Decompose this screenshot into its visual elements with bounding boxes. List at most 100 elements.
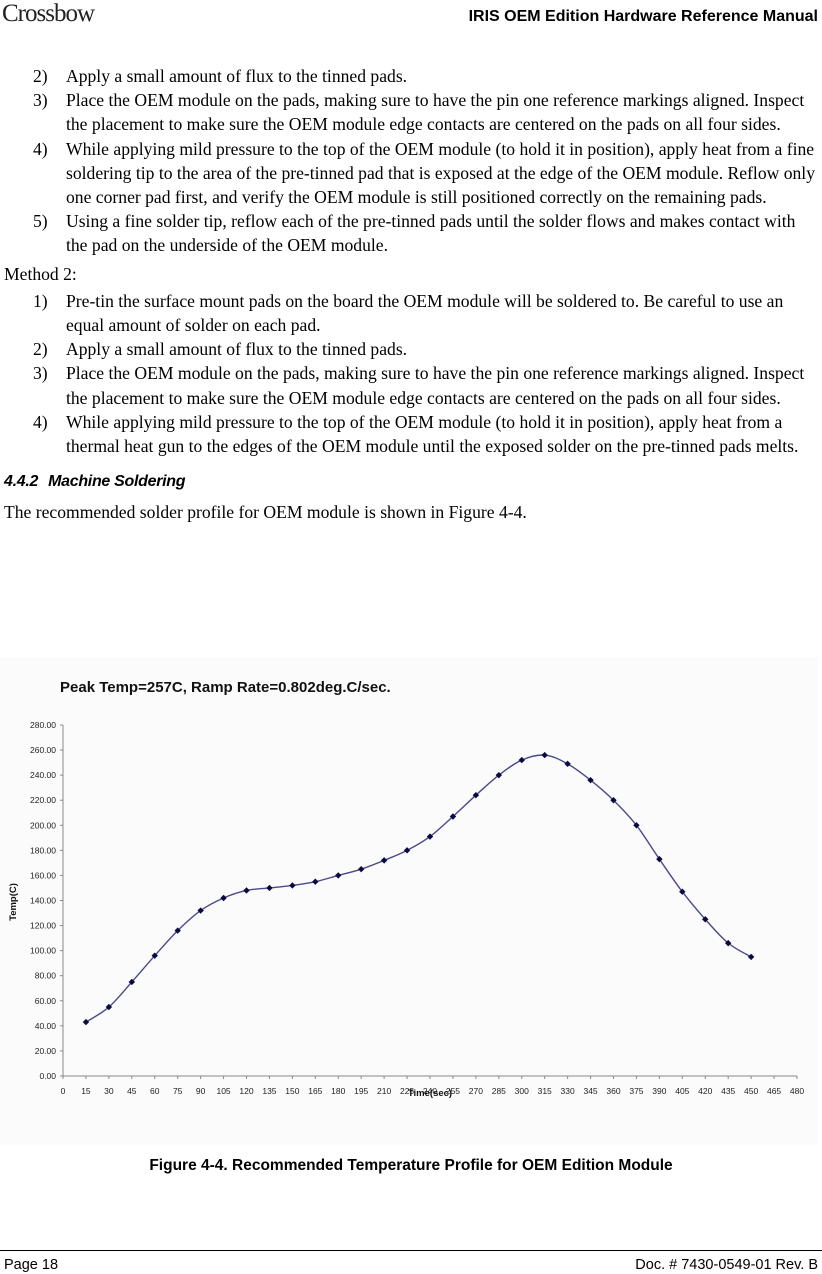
body-text: 2) Apply a small amount of flux to the ti… — [4, 64, 820, 525]
list-number: 5) — [33, 211, 48, 232]
x-tick-label: 270 — [469, 1086, 483, 1096]
y-axis-label: Temp(C) — [8, 883, 19, 921]
temperature-series-line — [85, 754, 752, 1023]
list-text: While applying mild pressure to the top … — [66, 411, 799, 457]
list-text: Apply a small amount of flux to the tinn… — [66, 66, 408, 86]
x-tick-label: 180 — [331, 1086, 345, 1096]
data-point — [518, 756, 525, 764]
y-tick-label: 200.00 — [30, 820, 56, 830]
x-tick-label: 45 — [127, 1086, 137, 1096]
list-number: 3) — [33, 363, 48, 384]
x-tick-label: 15 — [81, 1086, 91, 1096]
data-point — [220, 894, 227, 902]
doc-number: Doc. # 7430-0549-01 Rev. B — [635, 1257, 818, 1273]
y-tick-label: 140.00 — [30, 896, 56, 906]
data-point — [289, 882, 296, 889]
x-axis-label: Time(sec) — [408, 1088, 452, 1099]
x-tick-label: 480 — [790, 1086, 804, 1096]
list-number: 4) — [33, 138, 48, 159]
crossbow-logo: Crossbow — [2, 0, 95, 27]
x-tick-label: 75 — [173, 1086, 183, 1096]
list-text: While applying mild pressure to the top … — [66, 138, 815, 208]
data-point — [403, 847, 411, 854]
x-tick-label: 420 — [698, 1086, 712, 1096]
list-text: Pre-tin the surface mount pads on the bo… — [66, 290, 784, 336]
x-tick-label: 360 — [606, 1086, 620, 1096]
x-tick-label: 105 — [216, 1086, 230, 1096]
y-tick-label: 0.00 — [39, 1071, 56, 1081]
y-tick-label: 260.00 — [30, 745, 56, 755]
section-heading: 4.4.2 Machine Soldering — [4, 470, 820, 494]
chart-title: Peak Temp=257C, Ramp Rate=0.802deg.C/sec… — [60, 679, 391, 696]
list-item: 3) Place the OEM module on the pads, maki… — [4, 361, 820, 409]
y-tick-label: 220.00 — [30, 795, 56, 805]
data-point — [243, 887, 250, 894]
y-tick-label: 100.00 — [30, 946, 56, 956]
page-number: Page 18 — [4, 1257, 59, 1273]
list-item: 2) Apply a small amount of flux to the ti… — [4, 64, 820, 88]
method2-label: Method 2: — [4, 263, 77, 284]
list-item: 1) Pre-tin the surface mount pads on the… — [4, 289, 820, 337]
x-tick-label: 285 — [492, 1086, 506, 1096]
list-number: 2) — [33, 339, 48, 360]
list-item: 5) Using a fine solder tip, reflow each o… — [4, 209, 820, 257]
x-tick-label: 465 — [767, 1086, 781, 1096]
figure-caption: Figure 4-4. Recommended Temperature Prof… — [149, 1157, 673, 1174]
list-text: Apply a small amount of flux to the tinn… — [66, 339, 408, 360]
y-tick-label: 180.00 — [30, 845, 56, 855]
data-point — [266, 884, 273, 892]
temperature-profile-chart: Peak Temp=257C, Ramp Rate=0.802deg.C/sec… — [0, 657, 818, 1145]
intro-paragraph: The recommended solder profile for OEM m… — [4, 502, 527, 523]
method2-list: 1) Pre-tin the surface mount pads on the… — [4, 289, 820, 458]
x-tick-label: 135 — [262, 1086, 276, 1096]
x-tick-label: 300 — [515, 1086, 529, 1096]
data-point — [541, 751, 548, 759]
x-tick-label: 390 — [652, 1086, 666, 1096]
y-tick-label: 40.00 — [35, 1021, 57, 1031]
list-item: 2) Apply a small amount of flux to the ti… — [4, 337, 820, 361]
y-tick-label: 20.00 — [35, 1046, 57, 1056]
y-tick-label: 160.00 — [30, 870, 56, 880]
x-tick-label: 330 — [561, 1086, 575, 1096]
list-number: 2) — [33, 66, 48, 86]
list-text: Place the OEM module on the pads, making… — [66, 90, 805, 135]
data-point — [564, 760, 571, 768]
data-point — [380, 857, 388, 864]
x-tick-label: 150 — [285, 1086, 299, 1096]
list-text: Using a fine solder tip, reflow each of … — [66, 211, 796, 256]
x-tick-label: 315 — [538, 1086, 552, 1096]
x-tick-label: 165 — [308, 1086, 322, 1096]
data-point — [312, 878, 319, 885]
document-title: IRIS OEM Edition Hardware Reference Manu… — [468, 8, 818, 25]
x-tick-label: 210 — [377, 1086, 391, 1096]
x-tick-label: 435 — [721, 1086, 735, 1096]
list-item: 4) While applying mild pressure to the to… — [4, 137, 820, 210]
y-tick-label: 240.00 — [30, 770, 56, 780]
y-tick-label: 80.00 — [35, 971, 57, 981]
list-item: 4) While applying mild pressure to the to… — [4, 410, 820, 458]
x-tick-label: 0 — [61, 1086, 66, 1096]
x-tick-label: 345 — [583, 1086, 597, 1096]
x-tick-label: 60 — [150, 1086, 160, 1096]
list-number: 3) — [33, 90, 48, 111]
x-tick-label: 405 — [675, 1086, 689, 1096]
y-tick-label: 280.00 — [30, 720, 56, 730]
data-point — [82, 1018, 90, 1026]
footer-divider — [0, 1250, 822, 1251]
section-number: 4.4.2 — [4, 473, 39, 491]
data-point — [357, 865, 365, 873]
list-number: 1) — [33, 290, 48, 311]
y-tick-label: 120.00 — [30, 921, 56, 931]
data-point — [335, 872, 342, 879]
method1-list: 2) Apply a small amount of flux to the ti… — [4, 64, 820, 258]
list-item: 3) Place the OEM module on the pads, maki… — [4, 88, 820, 136]
list-text: Place the OEM module on the pads, making… — [66, 363, 805, 408]
x-tick-label: 195 — [354, 1086, 368, 1096]
x-tick-label: 90 — [196, 1086, 206, 1096]
x-tick-label: 30 — [104, 1086, 114, 1096]
x-tick-label: 120 — [239, 1086, 253, 1096]
x-tick-label: 375 — [629, 1086, 643, 1096]
section-title: Machine Soldering — [48, 473, 186, 491]
x-tick-label: 450 — [744, 1086, 758, 1096]
list-number: 4) — [33, 411, 48, 432]
